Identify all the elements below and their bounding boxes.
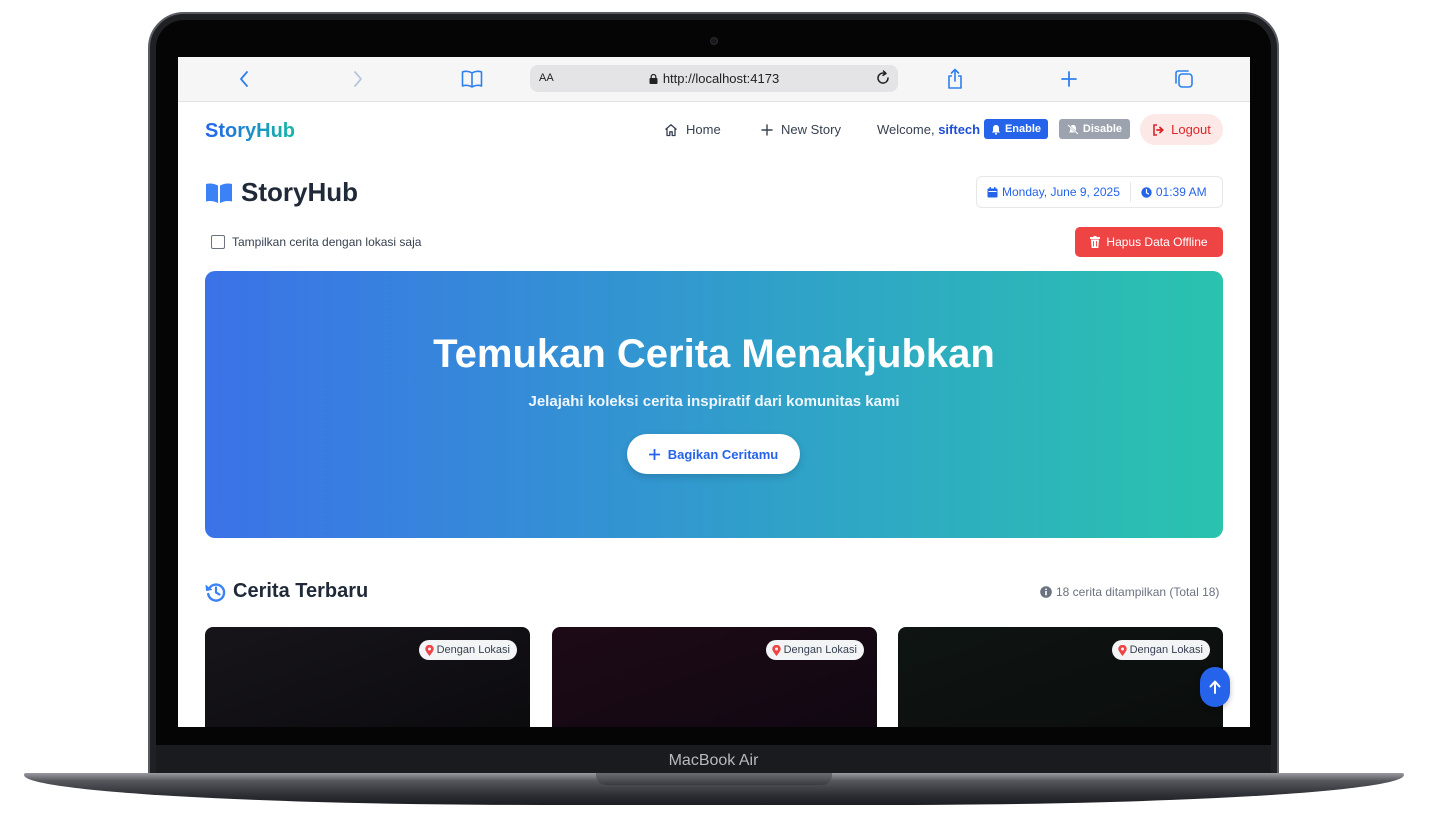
new-tab-icon[interactable] [1059, 68, 1079, 90]
calendar-icon [987, 186, 998, 197]
story-card[interactable]: Dengan Lokasi [205, 627, 530, 727]
share-story-label: Bagikan Ceritamu [667, 446, 779, 462]
location-filter[interactable]: Tampilkan cerita dengan lokasi saja [211, 235, 421, 249]
app-navbar: StoryHub Home New Story Welcome, siftech… [178, 102, 1250, 158]
home-icon [665, 123, 677, 136]
device-label: MacBook Air [668, 752, 759, 769]
nav-home-label: Home [686, 122, 721, 137]
location-badge: Dengan Lokasi [1111, 640, 1210, 660]
clock-icon [1141, 186, 1152, 198]
map-marker-icon [424, 644, 434, 656]
page-title-text: StoryHub [241, 177, 358, 207]
logout-label: Logout [1171, 122, 1211, 137]
laptop-chin: MacBook Air [156, 745, 1271, 773]
nav-new-story[interactable]: New Story [761, 122, 841, 137]
address-bar[interactable]: AA http://localhost:4173 [530, 65, 898, 92]
location-badge-label: Dengan Lokasi [436, 644, 510, 656]
back-icon[interactable] [236, 68, 252, 90]
welcome-text: Welcome, siftech [877, 122, 980, 137]
reload-icon[interactable] [875, 70, 891, 86]
laptop-notch [596, 773, 832, 785]
time-display: 01:39 AM [1131, 182, 1217, 202]
logout-button[interactable]: Logout [1140, 114, 1223, 145]
username: siftech [938, 122, 981, 137]
forward-icon[interactable] [350, 68, 366, 90]
story-count-text: 18 cerita ditampilkan (Total 18) [1056, 585, 1220, 599]
screen: AA http://localhost:4173 StoryHub Home N… [178, 57, 1250, 727]
map-marker-icon [1117, 644, 1127, 656]
brand-logo[interactable]: StoryHub [205, 120, 295, 143]
bell-slash-icon [1067, 123, 1079, 135]
location-badge-label: Dengan Lokasi [783, 644, 857, 656]
story-card[interactable]: Dengan Lokasi [898, 627, 1223, 727]
nav-new-story-label: New Story [781, 122, 841, 137]
share-story-button[interactable]: Bagikan Ceritamu [627, 434, 800, 474]
section-title: Cerita Terbaru [205, 580, 368, 603]
location-badge: Dengan Lokasi [418, 640, 517, 660]
lock-icon [649, 74, 658, 84]
map-marker-icon [771, 644, 781, 656]
date-display: Monday, June 9, 2025 [977, 182, 1130, 202]
location-filter-label: Tampilkan cerita dengan lokasi saja [232, 235, 422, 249]
plus-icon [761, 123, 773, 136]
scroll-to-top-button[interactable] [1200, 667, 1230, 707]
nav-home[interactable]: Home [664, 122, 721, 137]
trash-icon [1090, 236, 1101, 248]
arrow-up-icon [1209, 680, 1221, 694]
browser-toolbar: AA http://localhost:4173 [178, 57, 1250, 102]
plus-icon [648, 448, 660, 460]
enable-notifications-button[interactable]: Enable [984, 119, 1048, 139]
story-count: 18 cerita ditampilkan (Total 18) [1040, 585, 1219, 599]
disable-label: Disable [1082, 123, 1123, 135]
share-icon[interactable] [944, 68, 966, 90]
page-title: StoryHub [205, 177, 358, 208]
time-text: 01:39 AM [1155, 185, 1207, 199]
hero-subtitle: Jelajahi koleksi cerita inspiratif dari … [528, 393, 900, 410]
macbook-frame: MacBook Air AA http://localhost:4173 Sto… [0, 0, 1433, 817]
section-title-text: Cerita Terbaru [233, 580, 369, 602]
enable-label: Enable [1004, 123, 1042, 135]
disable-notifications-button[interactable]: Disable [1059, 119, 1130, 139]
location-badge: Dengan Lokasi [765, 640, 864, 660]
story-card[interactable]: Dengan Lokasi [552, 627, 877, 727]
hero-banner: Temukan Cerita Menakjubkan Jelajahi kole… [205, 271, 1223, 538]
bell-icon [991, 124, 1000, 135]
history-icon [205, 582, 226, 602]
book-open-icon [206, 183, 232, 203]
welcome-prefix: Welcome, [877, 122, 935, 137]
location-badge-label: Dengan Lokasi [1129, 644, 1203, 656]
date-text: Monday, June 9, 2025 [1002, 185, 1120, 199]
bookmarks-icon[interactable] [460, 68, 484, 90]
datetime-display: Monday, June 9, 2025 01:39 AM [976, 176, 1223, 208]
logout-icon [1153, 123, 1164, 136]
clear-offline-data-button[interactable]: Hapus Data Offline [1075, 227, 1223, 257]
hero-title: Temukan Cerita Menakjubkan [433, 332, 995, 376]
url-text: http://localhost:4173 [662, 71, 780, 86]
info-icon [1040, 586, 1052, 598]
camera-icon [710, 37, 718, 45]
location-filter-checkbox[interactable] [211, 235, 225, 249]
tabs-overview-icon[interactable] [1173, 68, 1195, 90]
clear-offline-label: Hapus Data Offline [1106, 235, 1208, 249]
